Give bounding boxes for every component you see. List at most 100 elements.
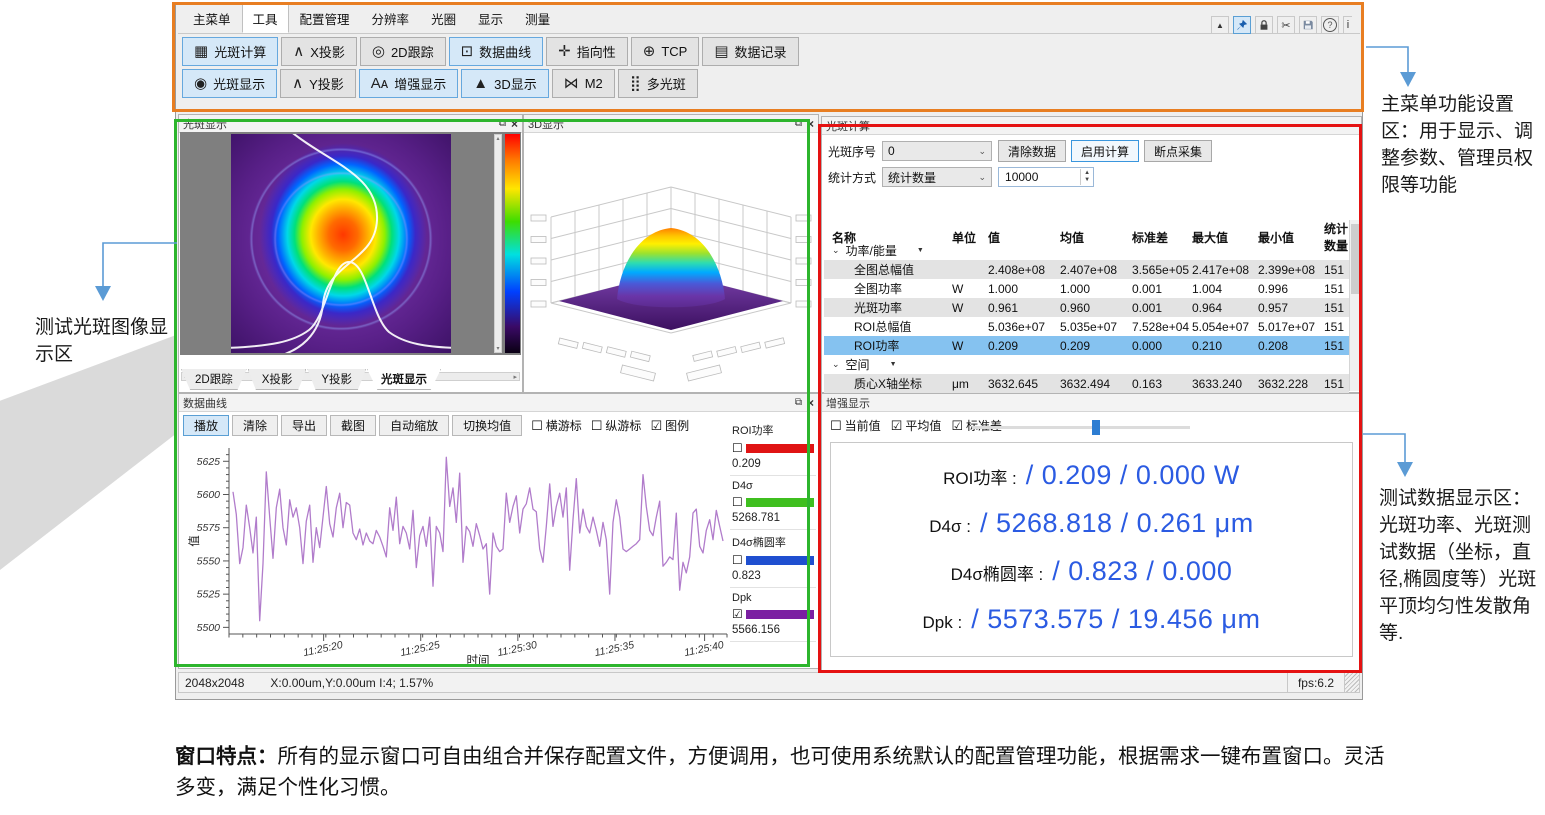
unchecked-checkbox-icon[interactable]: ☐ — [732, 441, 743, 455]
float-window-icon[interactable]: ⧉ — [499, 118, 506, 129]
table-row-全图总幅值[interactable]: 全图总幅值2.408e+082.407e+083.565e+052.417e+0… — [824, 260, 1349, 279]
toolbar-button-2D跟踪[interactable]: ◎2D跟踪 — [360, 37, 446, 66]
legend-name: Dpk — [732, 592, 814, 604]
column-header-标准差[interactable]: 标准差 — [1132, 229, 1192, 246]
toolbar-button-指向性[interactable]: ✛指向性 — [546, 37, 628, 66]
beam-profile-overlay — [231, 134, 451, 353]
enhanced-titlebar[interactable]: 增强显示 — [822, 394, 1361, 412]
restore-window-icon[interactable]: ⧉ — [795, 397, 802, 408]
spot-calc-titlebar[interactable]: 光斑计算 — [822, 117, 1361, 135]
collapse-caret-icon[interactable]: ⌄ — [832, 359, 840, 370]
curve-button-截图[interactable]: 截图 — [330, 415, 376, 436]
unchecked-checkbox-icon[interactable]: ☐ — [732, 495, 743, 509]
legend-color-bar — [746, 498, 814, 507]
toolbar-button-数据曲线[interactable]: ⊡数据曲线 — [449, 37, 544, 66]
menu-item-主菜单[interactable]: 主菜单 — [182, 4, 242, 33]
menu-item-光圈[interactable]: 光圈 — [420, 4, 467, 33]
line-chart[interactable]: 55005525555055755600562511:25:2011:25:25… — [185, 440, 733, 671]
spot-seq-select[interactable]: 0⌄ — [882, 141, 992, 161]
beam-tab-Y投影[interactable]: Y投影 — [307, 369, 366, 390]
unchecked-checkbox-icon[interactable]: ☐ — [732, 553, 743, 567]
filter-dropdown-icon[interactable]: ▼ — [917, 247, 924, 254]
toolbar-button-TCP[interactable]: ⊕TCP — [631, 37, 700, 66]
toolbar-button-Y投影[interactable]: ∧Y投影 — [280, 69, 356, 98]
group-row-空间[interactable]: ⌄空间▼ — [824, 355, 1349, 374]
column-header-最大值[interactable]: 最大值 — [1192, 229, 1258, 246]
intensity-colorbar — [505, 134, 520, 353]
column-header-单位[interactable]: 单位 — [952, 229, 988, 246]
beam-image[interactable] — [231, 134, 451, 353]
resize-grip[interactable] — [1344, 673, 1359, 692]
toolbar-button-X投影[interactable]: ∧X投影 — [281, 37, 357, 66]
cell: 0.209 — [988, 339, 1060, 353]
help-icon[interactable]: ? — [1321, 16, 1339, 34]
enhanced-checkbox-平均值[interactable]: ☑平均值 — [891, 417, 942, 434]
scissors-icon[interactable]: ✂ — [1277, 16, 1295, 34]
beam-tab-X投影[interactable]: X投影 — [248, 369, 307, 390]
menu-item-配置管理[interactable]: 配置管理 — [289, 4, 361, 33]
table-row-质心X轴坐标[interactable]: 质心X轴坐标μm3632.6453632.4940.1633633.240363… — [824, 374, 1349, 393]
legend-entry-Dpk: Dpk☑5566.156 — [730, 588, 816, 642]
table-row-光斑功率[interactable]: 光斑功率W0.9610.9600.0010.9640.957151 — [824, 298, 1349, 317]
beam-vertical-scrollbar[interactable]: ▴▾ — [494, 134, 502, 353]
toolbar-button-增强显示[interactable]: Aᴀ增强显示 — [359, 69, 458, 98]
stat-count-spinner[interactable]: 10000 ▲▼ — [998, 167, 1094, 187]
toolbar-button-光斑显示[interactable]: ◉光斑显示 — [182, 69, 277, 98]
menu-item-测量[interactable]: 测量 — [514, 4, 561, 33]
3d-surface-plot[interactable] — [525, 133, 817, 391]
table-row-ROI总幅值[interactable]: ROI总幅值5.036e+075.035e+077.528e+045.054e+… — [824, 317, 1349, 336]
curve-button-播放[interactable]: 播放 — [183, 415, 229, 436]
lock-icon[interactable] — [1255, 16, 1273, 34]
column-header-值[interactable]: 值 — [988, 229, 1060, 246]
cell: 151 — [1324, 320, 1349, 334]
toolbar-button-label: 指向性 — [577, 42, 616, 61]
collapse-icon[interactable]: ▲ — [1211, 16, 1229, 34]
column-header-统计数量[interactable]: 统计数量 — [1324, 220, 1349, 254]
checked-checkbox-icon[interactable]: ☑ — [732, 607, 743, 621]
table-scrollbar[interactable] — [1349, 220, 1360, 391]
calc-button-启用计算[interactable]: 启用计算 — [1071, 140, 1139, 162]
beam-tab-2D跟踪[interactable]: 2D跟踪 — [181, 369, 247, 390]
save-icon[interactable] — [1299, 16, 1317, 34]
stat-mode-select[interactable]: 统计数量⌄ — [882, 167, 992, 187]
close-icon[interactable]: × — [807, 396, 814, 410]
toolbar-button-数据记录[interactable]: ▤数据记录 — [702, 37, 798, 66]
curve-button-切换均值[interactable]: 切换均值 — [452, 415, 522, 436]
beam-tab-光斑显示[interactable]: 光斑显示 — [367, 369, 441, 390]
toolbar-button-多光斑[interactable]: ⣿多光斑 — [618, 69, 698, 98]
toolbar-button-3D显示[interactable]: ▲3D显示 — [461, 69, 548, 98]
menu-item-工具[interactable]: 工具 — [242, 4, 289, 33]
toolbar-button-光斑计算[interactable]: ▦光斑计算 — [182, 37, 278, 66]
curve-button-清除[interactable]: 清除 — [232, 415, 278, 436]
readout-value: / 0.823 / 0.000 — [1052, 556, 1232, 587]
calc-button-断点采集[interactable]: 断点采集 — [1144, 140, 1212, 162]
curve-checkbox-横游标[interactable]: ☐横游标 — [531, 417, 582, 434]
table-row-全图功率[interactable]: 全图功率W1.0001.0000.0011.0040.996151 — [824, 279, 1349, 298]
data-curve-titlebar[interactable]: 数据曲线 ⧉ × — [179, 394, 818, 412]
pin-icon[interactable] — [1233, 16, 1251, 34]
column-header-最小值[interactable]: 最小值 — [1258, 229, 1324, 246]
float-window-icon[interactable]: ⧉ — [795, 118, 802, 129]
column-header-均值[interactable]: 均值 — [1060, 229, 1132, 246]
data-curve-icon: ⊡ — [461, 44, 474, 59]
legend-color-bar — [746, 444, 814, 453]
table-row-ROI功率[interactable]: ROI功率W0.2090.2090.0000.2100.208151 — [824, 336, 1349, 355]
menu-item-显示[interactable]: 显示 — [467, 4, 514, 33]
curve-checkbox-纵游标[interactable]: ☐纵游标 — [591, 417, 642, 434]
slider-thumb[interactable] — [1092, 420, 1100, 435]
surface-3d-titlebar[interactable]: 3D显示 ⧉ × — [524, 115, 818, 133]
enhanced-checkbox-当前值[interactable]: ☐当前值 — [830, 417, 881, 434]
curve-checkbox-图例[interactable]: ☑图例 — [650, 417, 689, 434]
filter-dropdown-icon[interactable]: ▼ — [890, 361, 897, 368]
font-size-slider[interactable] — [972, 426, 1190, 429]
calc-button-清除数据[interactable]: 清除数据 — [998, 140, 1066, 162]
collapse-caret-icon[interactable]: ⌄ — [832, 245, 840, 256]
menu-item-分辨率[interactable]: 分辨率 — [361, 4, 421, 33]
close-icon[interactable]: × — [807, 117, 814, 131]
curve-button-导出[interactable]: 导出 — [281, 415, 327, 436]
toolbar-button-M2[interactable]: ⋈M2 — [552, 69, 615, 98]
beam-panel-titlebar[interactable]: 光斑显示 ⧉ × — [179, 115, 522, 133]
info-icon[interactable]: i — [1343, 16, 1352, 34]
curve-button-自动缩放[interactable]: 自动缩放 — [379, 415, 449, 436]
close-icon[interactable]: × — [511, 117, 518, 131]
